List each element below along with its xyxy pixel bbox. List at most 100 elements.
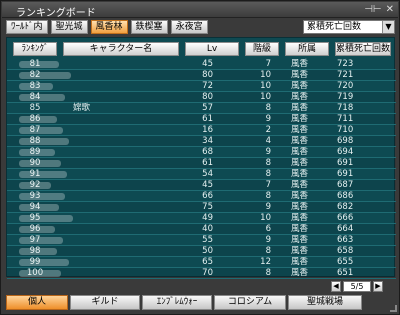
cell-class: 7 — [265, 59, 271, 69]
header-death-count[interactable]: 累積死亡回数 — [335, 42, 391, 56]
header-rank[interactable]: ﾗﾝｷﾝｸﾞ — [13, 42, 57, 56]
header-level[interactable]: Lv — [185, 42, 239, 56]
table-body: 81 45 7 風香 723 82 80 10 風香 721 83 72 10 風香 720 84 80 10 風香… — [7, 59, 396, 279]
cell-death-count: 691 — [337, 169, 354, 179]
table-row[interactable]: 86 61 9 風香 711 — [7, 114, 396, 125]
table-row[interactable]: 95 49 10 風香 666 — [7, 213, 396, 224]
tab-world[interactable]: ﾜｰﾙﾄﾞ内 — [6, 20, 48, 34]
table-row[interactable]: 81 45 7 風香 723 — [7, 59, 396, 70]
tab-emblem-war[interactable]: ｴﾝﾌﾞﾚﾑｳｫｰ — [142, 295, 212, 310]
header-class[interactable]: 階級 — [245, 42, 279, 56]
cell-class: 7 — [265, 180, 271, 190]
redacted-name-blur — [19, 226, 55, 233]
table-row[interactable]: 88 34 4 風香 698 — [7, 136, 396, 147]
window-title: ランキングボード — [16, 8, 96, 19]
redacted-name-blur — [19, 116, 57, 123]
table-row[interactable]: 98 50 8 風香 658 — [7, 246, 396, 257]
pin-icon[interactable]: ⊣⊢ — [364, 4, 381, 15]
cell-level: 80 — [202, 92, 213, 102]
redacted-name-blur — [19, 259, 69, 266]
prev-page-button[interactable]: ◀ — [331, 280, 341, 292]
cell-character-name — [63, 158, 179, 169]
cell-death-count: 686 — [337, 191, 354, 201]
cell-affiliation: 風香 — [291, 235, 309, 245]
tab-fuukourin[interactable]: 風香林 — [90, 20, 128, 34]
next-page-button[interactable]: ▶ — [373, 280, 383, 292]
cell-death-count: 655 — [337, 257, 354, 267]
tab-seikoujou[interactable]: 聖光城 — [50, 20, 88, 34]
tab-eiyakyuu[interactable]: 永夜宮 — [170, 20, 208, 34]
tab-colosseum[interactable]: コロシアム — [214, 295, 286, 310]
table-row[interactable]: 82 80 10 風香 721 — [7, 70, 396, 81]
title-bar[interactable]: ランキングボード ⊣⊢ ✕ — [2, 2, 398, 19]
redacted-name-blur — [19, 182, 51, 189]
table-row[interactable]: 91 54 8 風香 691 — [7, 169, 396, 180]
table-row[interactable]: 92 45 7 風香 687 — [7, 180, 396, 191]
sort-dropdown-value: 累積死亡回数 — [307, 22, 362, 32]
cell-affiliation: 風香 — [291, 202, 309, 212]
table-row[interactable]: 100 70 8 風香 651 — [7, 268, 396, 279]
cell-affiliation: 風香 — [291, 147, 309, 157]
cell-level: 16 — [202, 125, 213, 135]
table-row[interactable]: 93 66 8 風香 686 — [7, 191, 396, 202]
redacted-name-blur — [19, 83, 53, 90]
sort-dropdown[interactable]: 累積死亡回数 ▼ — [303, 20, 395, 34]
close-icon[interactable]: ✕ — [386, 4, 394, 15]
cell-class: 4 — [265, 136, 271, 146]
table-row[interactable]: 87 16 2 風香 710 — [7, 125, 396, 136]
cell-death-count: 710 — [337, 125, 354, 135]
cell-class: 10 — [260, 92, 271, 102]
cell-class: 8 — [265, 191, 271, 201]
cell-character-name — [63, 70, 179, 81]
header-affiliation[interactable]: 所属 — [285, 42, 329, 56]
cell-level: 45 — [202, 59, 213, 69]
cell-affiliation: 風香 — [291, 158, 309, 168]
cell-level: 61 — [202, 114, 213, 124]
table-row[interactable]: 84 80 10 風香 719 — [7, 92, 396, 103]
cell-affiliation: 風香 — [291, 70, 309, 80]
table-row[interactable]: 94 75 9 風香 682 — [7, 202, 396, 213]
cell-death-count: 691 — [337, 158, 354, 168]
redacted-name-blur — [19, 193, 65, 200]
tab-tessokusai[interactable]: 鉄楔塞 — [130, 20, 168, 34]
redacted-name-blur — [19, 270, 61, 277]
cell-affiliation: 風香 — [291, 191, 309, 201]
cell-character-name — [63, 136, 179, 147]
table-row[interactable]: 99 65 12 風香 655 — [7, 257, 396, 268]
cell-death-count: 711 — [337, 114, 354, 124]
cell-character-name — [63, 191, 179, 202]
cell-character-name — [63, 180, 179, 191]
redacted-name-blur — [19, 127, 63, 134]
cell-affiliation: 風香 — [291, 81, 309, 91]
ranking-table: ﾗﾝｷﾝｸﾞ キャラクター名 Lv 階級 所属 累積死亡回数 81 45 7 風香 72… — [6, 37, 396, 279]
table-row[interactable]: 89 68 9 風香 694 — [7, 147, 396, 158]
chevron-down-icon[interactable]: ▼ — [382, 21, 394, 33]
table-row[interactable]: 85 嫦歌 57 8 風香 718 — [7, 103, 396, 114]
cell-character-name — [63, 202, 179, 213]
cell-affiliation: 風香 — [291, 136, 309, 146]
tab-personal[interactable]: 個人 — [6, 295, 68, 310]
cell-class: 10 — [260, 81, 271, 91]
cell-level: 72 — [202, 81, 213, 91]
cell-class: 8 — [265, 158, 271, 168]
table-row[interactable]: 83 72 10 風香 720 — [7, 81, 396, 92]
cell-character-name — [63, 147, 179, 158]
table-row[interactable]: 96 40 6 風香 664 — [7, 224, 396, 235]
header-character-name[interactable]: キャラクター名 — [63, 42, 179, 56]
cell-affiliation: 風香 — [291, 257, 309, 267]
table-row[interactable]: 90 61 8 風香 691 — [7, 158, 396, 169]
tab-guild[interactable]: ギルド — [70, 295, 140, 310]
cell-death-count: 694 — [337, 147, 354, 157]
cell-affiliation: 風香 — [291, 180, 309, 190]
cell-class: 9 — [265, 202, 271, 212]
tab-holy-castle-battle[interactable]: 聖城戦場 — [288, 295, 362, 310]
cell-death-count: 720 — [337, 81, 354, 91]
cell-level: 45 — [202, 180, 213, 190]
table-row[interactable]: 97 55 9 風香 663 — [7, 235, 396, 246]
page-indicator: 5/5 — [343, 280, 371, 292]
cell-character-name — [63, 81, 179, 92]
ranking-board-window: ランキングボード ⊣⊢ ✕ ﾜｰﾙﾄﾞ内 聖光城 風香林 鉄楔塞 永夜宮 累積死… — [0, 0, 400, 315]
cell-character-name — [63, 235, 179, 246]
cell-class: 8 — [265, 246, 271, 256]
resize-handle[interactable] — [390, 305, 397, 312]
